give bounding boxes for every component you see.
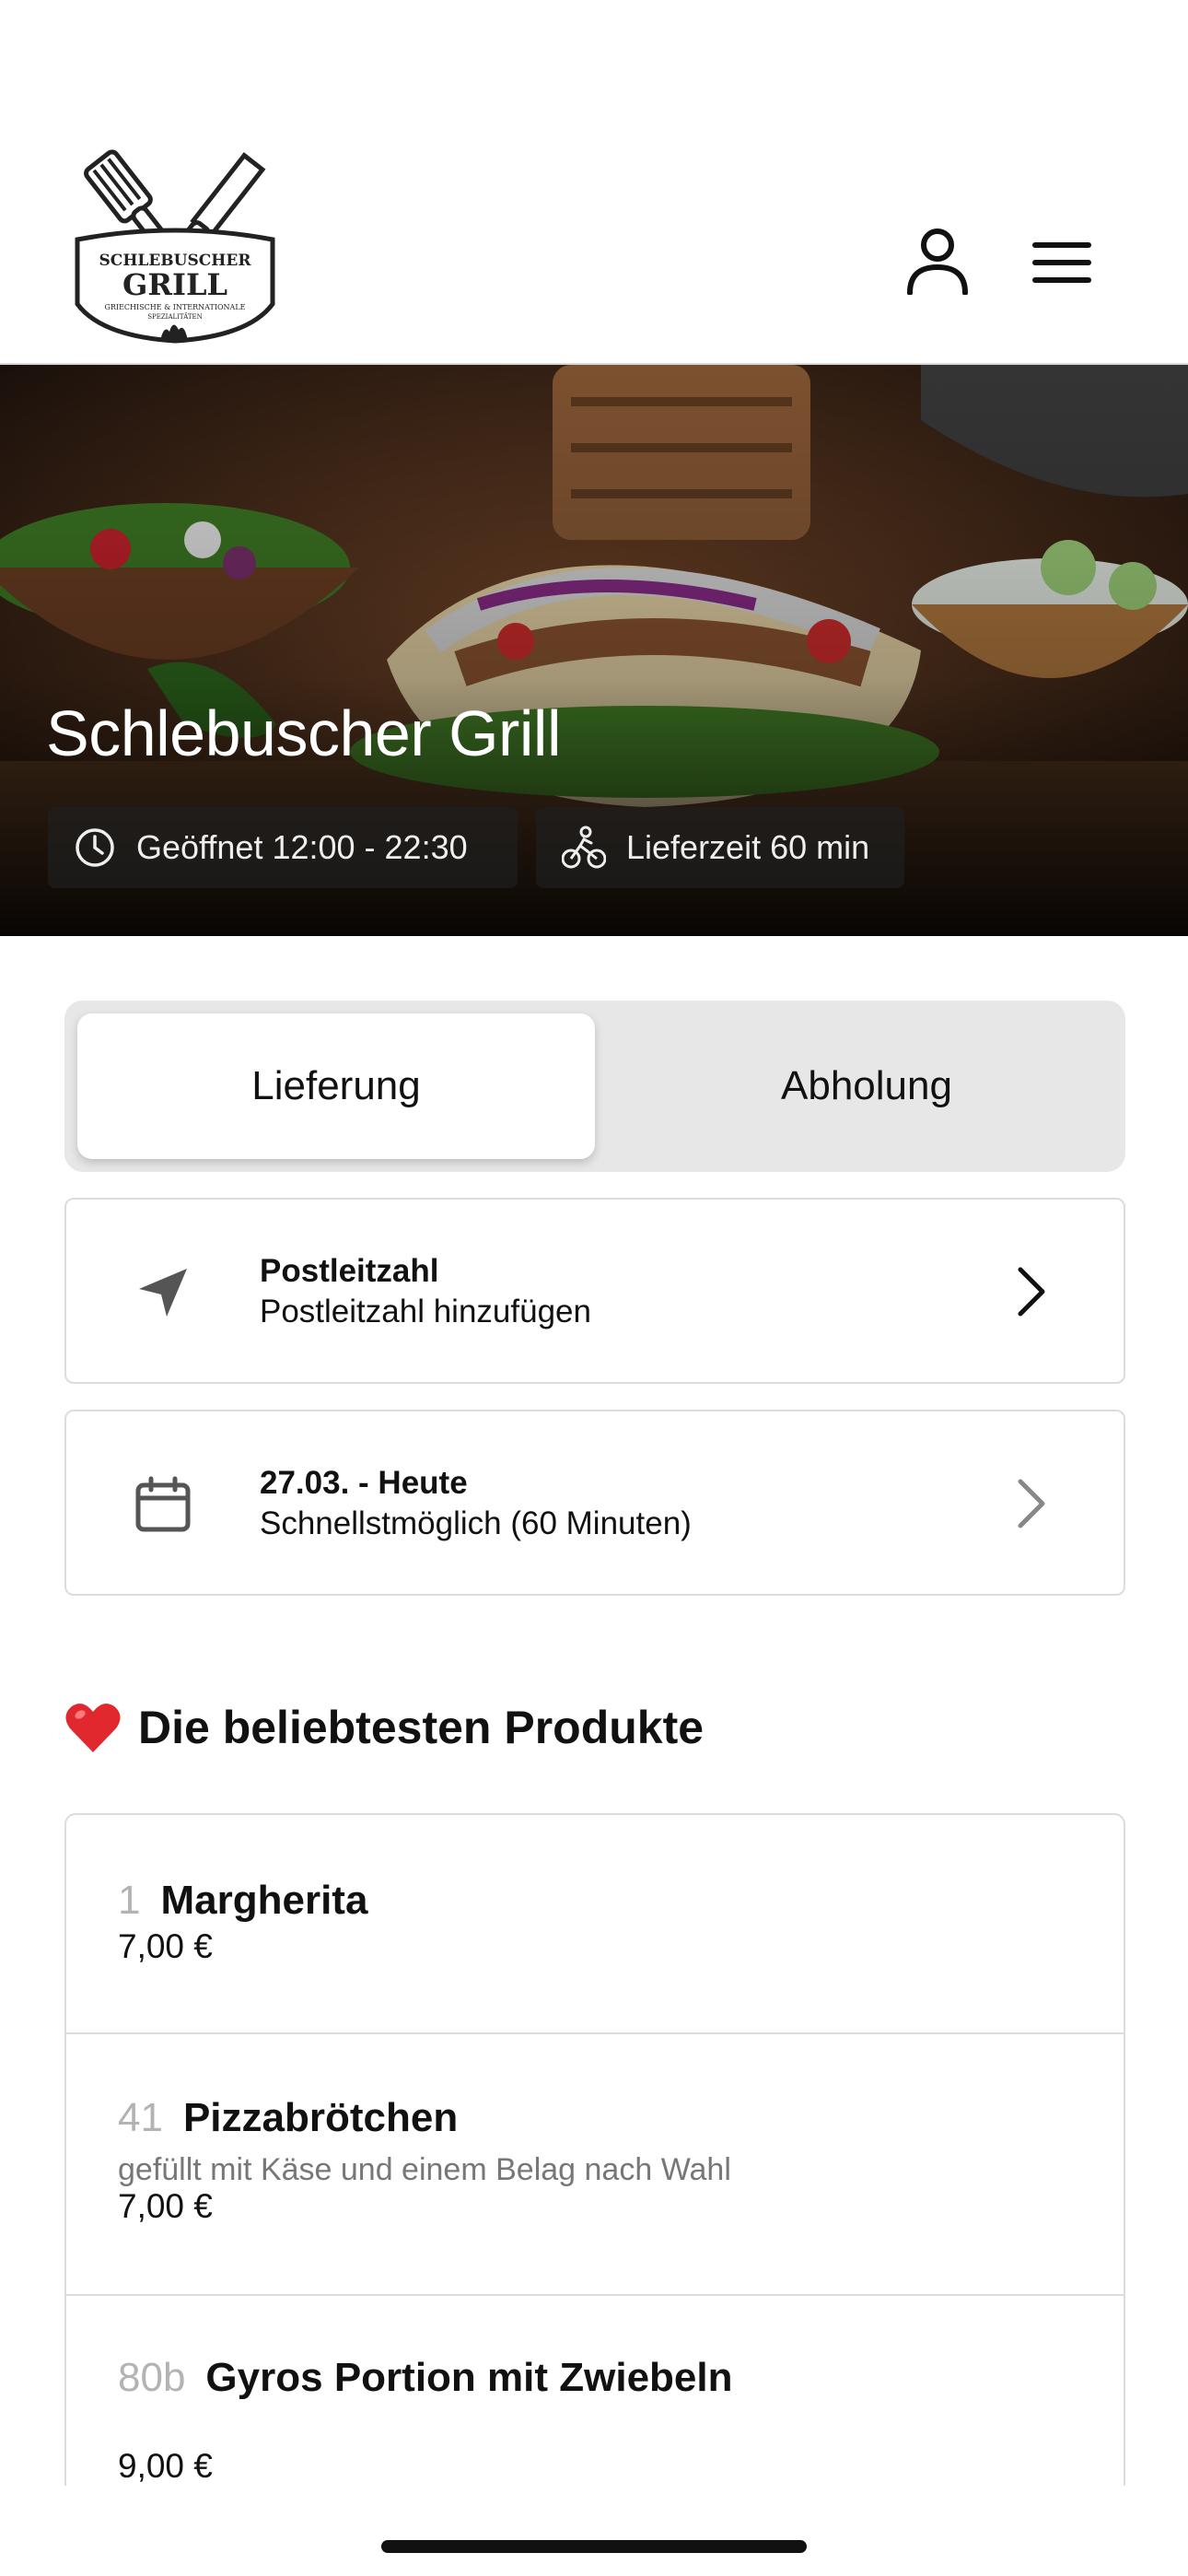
clock-icon xyxy=(74,826,116,869)
product-item[interactable]: 41 Pizzabrötchen gefüllt mit Käse und ein… xyxy=(66,2034,1124,2296)
delivery-date-subtitle: Schnellstmöglich (60 Minuten) xyxy=(260,1505,692,1541)
product-item[interactable]: 1 Margherita 7,00 € xyxy=(66,1815,1124,2034)
product-number: 41 xyxy=(118,2095,163,2140)
delivery-time-badge: Lieferzeit 60 min xyxy=(536,807,904,888)
logo-text-sub2: SPEZIALITÄTEN xyxy=(147,312,203,321)
restaurant-logo[interactable]: SCHLEBUSCHER GRILL GRIECHISCHE & INTERNA… xyxy=(64,147,285,369)
location-arrow-icon xyxy=(131,1260,195,1325)
chevron-right-icon xyxy=(1018,1479,1045,1528)
hamburger-menu-icon xyxy=(1032,242,1091,283)
product-number: 1 xyxy=(118,1878,141,1923)
product-name: Gyros Portion mit Zwiebeln xyxy=(205,2355,733,2400)
delivery-date-selector[interactable]: 27.03. - Heute Schnellstmöglich (60 Minu… xyxy=(64,1410,1125,1596)
postcode-subtitle: Postleitzahl hinzufügen xyxy=(260,1294,591,1329)
app-header: SCHLEBUSCHER GRILL GRIECHISCHE & INTERNA… xyxy=(0,0,1188,365)
opening-hours-badge: Geöffnet 12:00 - 22:30 xyxy=(48,807,518,888)
tab-pickup[interactable]: Abholung xyxy=(608,1013,1125,1159)
product-name-line: 41 Pizzabrötchen xyxy=(118,2095,458,2141)
product-item[interactable]: 80b Gyros Portion mit Zwiebeln 9,00 € xyxy=(66,2296,1124,2486)
restaurant-title: Schlebuscher Grill xyxy=(46,697,562,769)
popular-products-list: 1 Margherita 7,00 € 41 Pizzabrötchen gefül… xyxy=(64,1813,1125,2486)
product-price: 7,00 € xyxy=(118,1927,213,1965)
hero-banner: Schlebuscher Grill Geöffnet 12:00 - 22:3… xyxy=(0,365,1188,936)
main-menu-button[interactable] xyxy=(1022,230,1101,295)
user-account-button[interactable] xyxy=(898,221,977,300)
logo-text-main: GRILL xyxy=(122,267,227,302)
popular-products-title: Die beliebtesten Produkte xyxy=(138,1702,705,1753)
order-mode-switch: Lieferung Abholung xyxy=(64,1001,1125,1172)
postcode-selector[interactable]: Postleitzahl Postleitzahl hinzufügen xyxy=(64,1198,1125,1384)
tab-delivery[interactable]: Lieferung xyxy=(77,1013,595,1159)
delivery-time-label: Lieferzeit 60 min xyxy=(626,828,870,866)
app-screen: SCHLEBUSCHER GRILL GRIECHISCHE & INTERNA… xyxy=(0,0,1188,2576)
product-price: 7,00 € xyxy=(118,2187,213,2225)
user-icon xyxy=(907,228,968,295)
bike-courier-icon xyxy=(562,825,606,870)
product-number: 80b xyxy=(118,2355,186,2400)
home-indicator[interactable] xyxy=(381,2540,807,2553)
chevron-right-icon xyxy=(1018,1267,1045,1317)
product-price: 9,00 € xyxy=(118,2447,213,2485)
calendar-icon xyxy=(131,1472,195,1537)
popular-products-heading: Die beliebtesten Produkte xyxy=(64,1701,704,1754)
product-name: Pizzabrötchen xyxy=(182,2095,459,2140)
delivery-date-title: 27.03. - Heute xyxy=(260,1465,468,1501)
product-name-line: 80b Gyros Portion mit Zwiebeln xyxy=(118,2355,733,2401)
product-name-line: 1 Margherita xyxy=(118,1878,367,1924)
postcode-title: Postleitzahl xyxy=(260,1253,439,1289)
product-name: Margherita xyxy=(160,1878,368,1923)
opening-hours-label: Geöffnet 12:00 - 22:30 xyxy=(136,828,468,866)
logo-text-sub: GRIECHISCHE & INTERNATIONALE xyxy=(105,303,246,311)
product-description: gefüllt mit Käse und einem Belag nach Wa… xyxy=(118,2152,731,2187)
heart-icon xyxy=(64,1701,122,1754)
